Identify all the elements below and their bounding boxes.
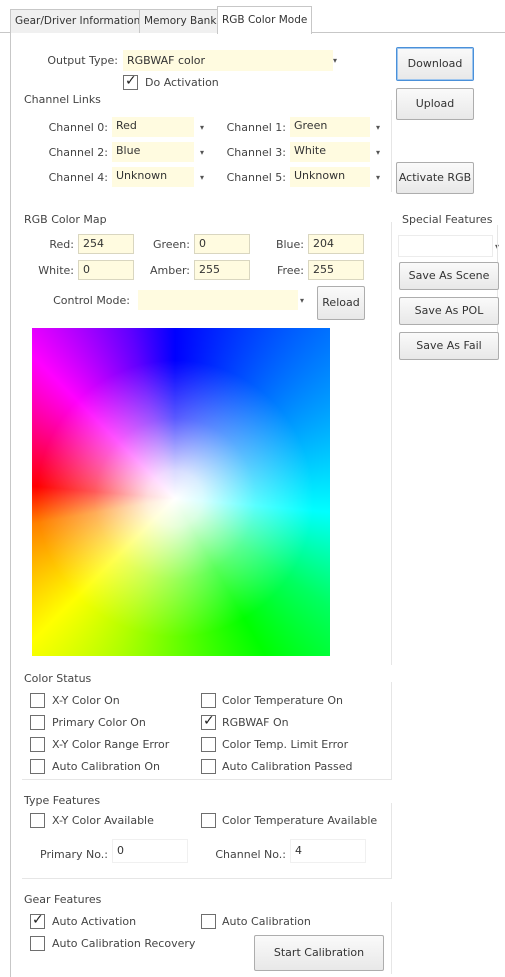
checkmark-icon: ✓: [203, 713, 215, 729]
xy-color-on-checkbox[interactable]: [30, 693, 45, 708]
primary-no-value: 0: [112, 839, 188, 863]
rgbwaf-on-label: RGBWAF On: [222, 716, 289, 729]
auto-calibration-recovery-label: Auto Calibration Recovery: [52, 937, 196, 950]
chevron-down-icon[interactable]: ▾: [200, 123, 204, 132]
auto-calibration-on-label: Auto Calibration On: [52, 760, 161, 773]
green-label: Green:: [152, 238, 190, 251]
free-label: Free:: [276, 264, 304, 277]
checkmark-icon: ✓: [32, 912, 44, 928]
xy-color-on-label: X-Y Color On: [52, 694, 120, 707]
channel-1-label: Channel 1:: [226, 121, 286, 134]
chevron-down-icon[interactable]: ▾: [300, 296, 304, 305]
channel-4-label: Channel 4:: [48, 171, 108, 184]
auto-activation-checkbox[interactable]: ✓: [30, 912, 45, 929]
save-as-pol-button[interactable]: Save As POL: [399, 297, 499, 325]
green-input[interactable]: 0: [194, 234, 250, 254]
panel-border: [10, 33, 11, 977]
channel-4-select[interactable]: Unknown: [112, 167, 194, 187]
chevron-down-icon[interactable]: ▾: [333, 56, 337, 65]
color-picker-map[interactable]: [32, 328, 330, 656]
auto-calibration-recovery-checkbox[interactable]: [30, 936, 45, 951]
start-calibration-button[interactable]: Start Calibration: [254, 935, 384, 971]
auto-activation-label: Auto Activation: [52, 915, 137, 928]
upload-button[interactable]: Upload: [396, 88, 474, 120]
blue-input[interactable]: 204: [308, 234, 364, 254]
channel-2-select[interactable]: Blue: [112, 142, 194, 162]
auto-calibration-on-checkbox[interactable]: [30, 759, 45, 774]
color-temp-limit-error-checkbox[interactable]: [201, 737, 216, 752]
auto-calibration-passed-checkbox[interactable]: [201, 759, 216, 774]
channel-no-value: 4: [290, 839, 366, 863]
channel-2-label: Channel 2:: [48, 146, 108, 159]
do-activation-checkbox[interactable]: ✓: [123, 73, 138, 90]
primary-color-on-checkbox[interactable]: [30, 715, 45, 730]
download-button[interactable]: Download: [396, 47, 474, 81]
do-activation-label: Do Activation: [145, 76, 219, 89]
color-temperature-available-checkbox[interactable]: [201, 813, 216, 828]
color-temperature-on-label: Color Temperature On: [222, 694, 344, 707]
color-map-white-layer: [32, 328, 330, 656]
color-temperature-available-label: Color Temperature Available: [222, 814, 378, 827]
channel-3-label: Channel 3:: [226, 146, 286, 159]
tab-gear-driver-information[interactable]: Gear/Driver Information: [10, 9, 146, 33]
red-label: Red:: [49, 238, 74, 251]
xy-color-range-error-checkbox[interactable]: [30, 737, 45, 752]
color-temperature-on-checkbox[interactable]: [201, 693, 216, 708]
channel-5-label: Channel 5:: [226, 171, 286, 184]
channel-0-label: Channel 0:: [48, 121, 108, 134]
checkmark-icon: ✓: [125, 73, 137, 89]
activate-rgb-button[interactable]: Activate RGB: [396, 162, 474, 194]
tab-bar: Gear/Driver Information Memory Bank RGB …: [0, 0, 505, 34]
control-mode-select[interactable]: [138, 290, 298, 310]
white-input[interactable]: 0: [78, 260, 134, 280]
xy-color-available-checkbox[interactable]: [30, 813, 45, 828]
amber-label: Amber:: [149, 264, 190, 277]
channel-0-select[interactable]: Red: [112, 117, 194, 137]
output-type-label: Output Type:: [47, 54, 118, 67]
blue-label: Blue:: [275, 238, 304, 251]
chevron-down-icon[interactable]: ▾: [200, 173, 204, 182]
xy-color-range-error-label: X-Y Color Range Error: [52, 738, 170, 751]
auto-calibration-passed-label: Auto Calibration Passed: [222, 760, 353, 773]
primary-no-label: Primary No.:: [40, 848, 108, 861]
channel-3-select[interactable]: White: [290, 142, 370, 162]
reload-button[interactable]: Reload: [317, 286, 365, 320]
xy-color-available-label: X-Y Color Available: [52, 814, 154, 827]
tab-memory-bank[interactable]: Memory Bank: [139, 9, 222, 33]
chevron-down-icon[interactable]: ▾: [376, 173, 380, 182]
free-input[interactable]: 255: [308, 260, 364, 280]
auto-calibration-label: Auto Calibration: [222, 915, 311, 928]
auto-calibration-checkbox[interactable]: [201, 914, 216, 929]
channel-5-select[interactable]: Unknown: [290, 167, 370, 187]
channel-1-select[interactable]: Green: [290, 117, 370, 137]
rgbwaf-on-checkbox[interactable]: ✓: [201, 713, 216, 730]
chevron-down-icon[interactable]: ▾: [376, 123, 380, 132]
channel-no-label: Channel No.:: [215, 848, 286, 861]
chevron-down-icon[interactable]: ▾: [376, 148, 380, 157]
save-as-scene-button[interactable]: Save As Scene: [399, 262, 499, 290]
amber-input[interactable]: 255: [194, 260, 250, 280]
control-mode-label: Control Mode:: [53, 294, 130, 307]
red-input[interactable]: 254: [78, 234, 134, 254]
white-label: White:: [38, 264, 74, 277]
primary-color-on-label: Primary Color On: [52, 716, 146, 729]
save-as-fail-button[interactable]: Save As Fail: [399, 332, 499, 360]
chevron-down-icon[interactable]: ▾: [200, 148, 204, 157]
output-type-select[interactable]: RGBWAF color: [123, 50, 333, 71]
tab-rgb-color-mode[interactable]: RGB Color Mode: [217, 6, 313, 34]
color-temp-limit-error-label: Color Temp. Limit Error: [222, 738, 349, 751]
